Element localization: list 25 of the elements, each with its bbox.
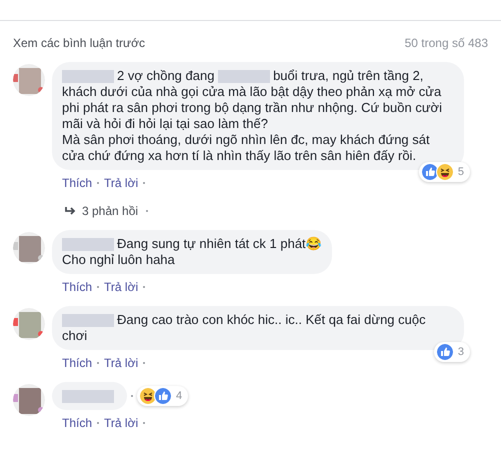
comment-text: Cho nghỉ luôn haha <box>62 252 176 268</box>
comment-action-link[interactable]: Trả lời <box>104 354 138 372</box>
like-icon <box>436 343 454 361</box>
comment-action-link[interactable]: Thích <box>62 174 92 192</box>
comment-text: Đang sung tự nhiên tát ck 1 phát😂 <box>62 236 322 252</box>
previous-comments-link[interactable]: Xem các bình luận trước <box>13 34 145 52</box>
comment-count: 50 trong số 483 <box>404 35 488 52</box>
reply-arrow-icon <box>64 206 76 216</box>
comment-text: 2 vợ chồng đang buổi trưa, ngủ trên tầng 2, khách dưới của nhà gọi cửa mà lão bật dậy theo phản xạ mở cửa phi phát ra sân phơi trong bộ dạng trần như nhộng. Cứ buồn cười mãi và hỏi đi hỏi lại tại sao làm thế? <box>62 68 443 132</box>
comment-action-link[interactable]: Thích <box>62 278 92 296</box>
laughing-face-icon <box>139 387 157 405</box>
comment-action-link[interactable]: Trả lời <box>104 278 138 296</box>
comment-action-link[interactable]: Trả lời <box>104 174 138 192</box>
comment-action-link[interactable]: Trả lời <box>104 414 138 432</box>
laughing-face-icon <box>436 163 454 181</box>
like-icon <box>154 387 172 405</box>
reaction-count: 3 <box>458 345 464 360</box>
comment-text: Đang cao trào con khóc hic.. ic.. Kết qa fai dừng cuộc chơi <box>62 312 427 344</box>
comment-action-link[interactable]: Thích <box>62 354 92 372</box>
comment-text: Mà sân phơi thoáng, dưới ngõ nhìn lên đc, may khách đứng sát cửa chứ đứng xa hơn tí là nhìn thấy lão trên sân hiên đấy rồi. <box>62 132 431 164</box>
reaction-count: 4 <box>176 388 182 404</box>
replies-link[interactable]: 3 phản hồi <box>52 202 464 220</box>
reaction-count: 5 <box>458 165 464 180</box>
like-icon <box>420 163 439 181</box>
comment-action-link[interactable]: Thích <box>62 414 92 432</box>
